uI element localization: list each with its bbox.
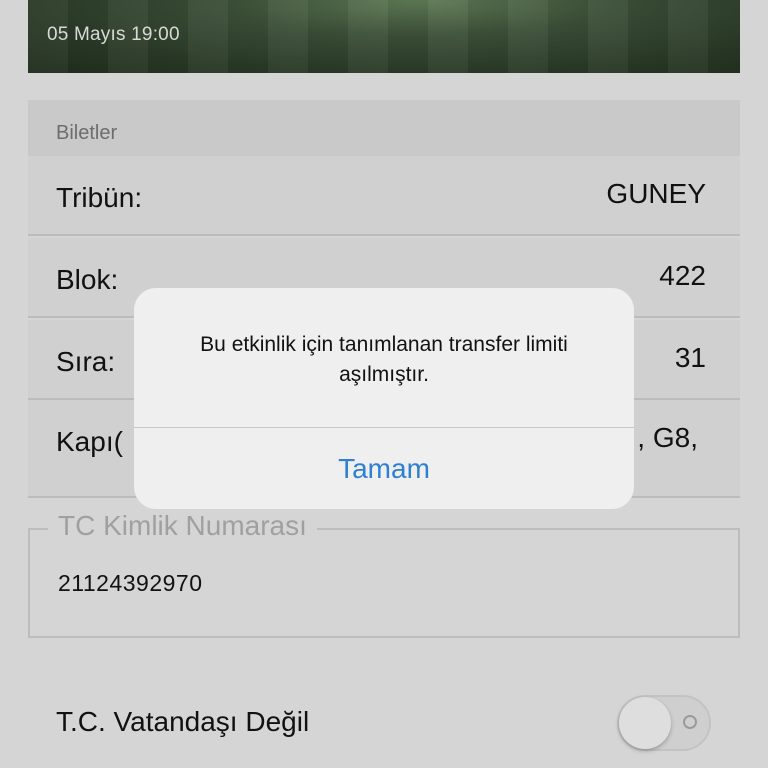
alert-dialog: Bu etkinlik için tanımlanan transfer lim… [134,288,634,509]
alert-ok-button[interactable]: Tamam [134,428,634,509]
alert-message: Bu etkinlik için tanımlanan transfer lim… [200,333,568,386]
